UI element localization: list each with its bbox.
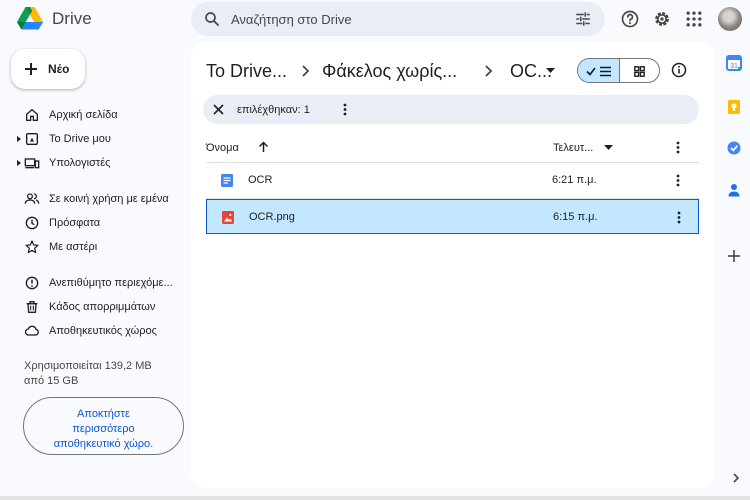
- spam-warning-icon: [25, 276, 39, 290]
- file-more-actions-icon[interactable]: [676, 174, 680, 187]
- new-button-label: Νέο: [48, 62, 70, 76]
- file-modified-time: 6:15 π.μ.: [553, 211, 598, 223]
- sidebar-item-label: Πρόσφατα: [49, 217, 101, 229]
- sidebar-item-home[interactable]: Αρχική σελίδα: [0, 104, 185, 126]
- file-name: OCR: [248, 174, 273, 186]
- file-modified-time: 6:21 π.μ.: [552, 174, 597, 186]
- breadcrumb-my-drive[interactable]: Το Drive...: [206, 61, 287, 82]
- get-storage-line: αποθηκευτικό χώρο.: [53, 437, 154, 450]
- sidebar-item-label: Υπολογιστές: [49, 157, 111, 169]
- help-icon[interactable]: [620, 9, 640, 29]
- my-drive-icon: [26, 133, 38, 145]
- star-icon: [25, 240, 39, 254]
- storage-used: Χρησιμοποιείται 139,2 MB: [24, 360, 152, 372]
- collapse-side-panel-icon[interactable]: [730, 472, 742, 484]
- account-avatar[interactable]: [718, 7, 742, 31]
- column-header-name[interactable]: Όνομα: [206, 142, 239, 154]
- sidebar-item-label: Σε κοινή χρήση με εμένα: [49, 193, 169, 205]
- sidebar-item-spam[interactable]: Ανεπιθύμητο περιεχόμε...: [0, 272, 185, 294]
- drive-logo-icon[interactable]: [17, 6, 43, 30]
- contacts-icon[interactable]: [726, 182, 742, 198]
- home-icon: [26, 109, 38, 121]
- column-dropdown-icon[interactable]: [604, 145, 613, 151]
- sidebar-item-label: Αποθηκευτικός χώρος: [49, 325, 157, 337]
- sidebar-item-label: Το Drive μου: [49, 133, 111, 145]
- storage-usage-text: Χρησιμοποιείται 139,2 MB από 15 GB: [24, 359, 174, 389]
- settings-gear-icon[interactable]: [652, 9, 672, 29]
- sidebar-item-trash[interactable]: Κάδος απορριμμάτων: [0, 296, 185, 318]
- sidebar-item-shared-with-me[interactable]: Σε κοινή χρήση με εμένα: [0, 188, 185, 210]
- trash-icon: [26, 301, 38, 313]
- grid-view-icon: [634, 66, 645, 77]
- google-doc-file-icon: [221, 174, 233, 187]
- selection-count: επιλέχθηκαν: 1: [237, 104, 310, 116]
- search-options-icon[interactable]: [574, 10, 592, 28]
- clear-selection-close-icon[interactable]: [213, 104, 224, 115]
- plus-icon: [25, 63, 37, 75]
- brand-name[interactable]: Drive: [52, 9, 92, 29]
- sort-ascending-arrow-icon[interactable]: [258, 141, 269, 153]
- image-file-icon: [222, 211, 234, 224]
- sidebar-item-label: Με αστέρι: [49, 241, 98, 253]
- sidebar-item-computers[interactable]: Υπολογιστές: [0, 152, 185, 174]
- table-row-selected[interactable]: OCR.png 6:15 π.μ.: [206, 199, 699, 234]
- tasks-icon[interactable]: [726, 140, 742, 156]
- chevron-right-icon: [485, 65, 493, 77]
- info-icon[interactable]: [671, 62, 687, 78]
- shared-people-icon: [24, 193, 40, 204]
- get-storage-line: περισσότερο: [72, 422, 135, 435]
- grid-view-button[interactable]: [620, 59, 659, 82]
- sidebar-item-label: Αρχική σελίδα: [49, 109, 118, 121]
- window-bottom-edge: [0, 496, 750, 500]
- sidebar-item-label: Ανεπιθύμητο περιεχόμε...: [49, 277, 173, 289]
- folder-menu-dropdown-icon[interactable]: [546, 68, 555, 74]
- add-addon-plus-icon[interactable]: [726, 248, 742, 264]
- list-view-button[interactable]: [578, 59, 620, 82]
- main-panel: Το Drive... Φάκελος χωρίς... OC... επιλέ…: [191, 42, 714, 488]
- view-toggle: [577, 58, 660, 83]
- calendar-icon[interactable]: 31: [726, 55, 742, 71]
- checked-list-view-icon: [586, 66, 611, 77]
- file-more-actions-icon[interactable]: [677, 211, 681, 224]
- breadcrumb-untitled-folder[interactable]: Φάκελος χωρίς...: [322, 61, 457, 82]
- clock-icon: [25, 216, 39, 230]
- computers-icon: [24, 158, 40, 169]
- sidebar-item-my-drive[interactable]: Το Drive μου: [0, 128, 185, 150]
- sidebar-item-starred[interactable]: Με αστέρι: [0, 236, 185, 258]
- keep-notes-icon[interactable]: [726, 99, 742, 115]
- expand-arrow-icon[interactable]: [16, 158, 22, 168]
- cloud-icon: [24, 325, 39, 336]
- selection-bar: επιλέχθηκαν: 1: [203, 95, 699, 124]
- sidebar-item-storage[interactable]: Αποθηκευτικός χώρος: [0, 320, 185, 342]
- storage-total: από 15 GB: [24, 375, 79, 387]
- apps-grid-icon[interactable]: [684, 9, 704, 29]
- chevron-right-icon: [302, 65, 310, 77]
- more-actions-icon[interactable]: [343, 103, 347, 116]
- sidebar-item-recent[interactable]: Πρόσφατα: [0, 212, 185, 234]
- top-bar: Drive: [0, 0, 750, 40]
- file-name: OCR.png: [249, 211, 295, 223]
- get-storage-line: Αποκτήστε: [77, 407, 130, 420]
- table-row[interactable]: OCR 6:21 π.μ.: [206, 163, 699, 198]
- expand-arrow-icon[interactable]: [16, 134, 22, 144]
- search-bar[interactable]: [191, 2, 605, 36]
- get-more-storage-button[interactable]: Αποκτήστε περισσότερο αποθηκευτικό χώρο.: [23, 397, 184, 455]
- svg-text:31: 31: [730, 63, 738, 70]
- search-icon[interactable]: [203, 10, 221, 28]
- column-options-icon[interactable]: [676, 141, 680, 154]
- new-button[interactable]: Νέο: [11, 49, 85, 89]
- column-header-last-modified[interactable]: Τελευτ...: [553, 142, 593, 154]
- sidebar-item-label: Κάδος απορριμμάτων: [49, 301, 156, 313]
- search-input[interactable]: [231, 9, 551, 29]
